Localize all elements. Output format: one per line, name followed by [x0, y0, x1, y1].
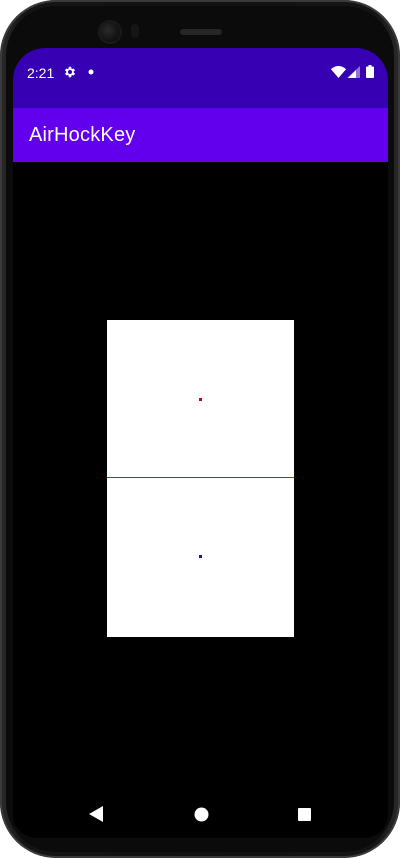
player-two-mallet[interactable]	[199, 555, 202, 558]
recents-icon	[297, 807, 311, 821]
gear-icon	[64, 66, 76, 78]
front-camera	[100, 22, 120, 42]
signal-icon	[347, 66, 360, 78]
air-hockey-table[interactable]	[107, 320, 294, 637]
status-time: 2:21	[27, 65, 55, 81]
player-one-mallet[interactable]	[199, 398, 202, 401]
battery-icon	[366, 65, 374, 78]
wifi-icon	[331, 66, 346, 78]
game-area	[13, 162, 388, 782]
recents-button[interactable]	[280, 790, 328, 838]
back-button[interactable]	[72, 790, 120, 838]
center-line	[107, 477, 294, 478]
notification-dot-icon	[88, 69, 94, 75]
app-title: AirHockKey	[29, 124, 136, 146]
app-bar: AirHockKey	[13, 108, 388, 162]
status-bar: 2:21	[13, 48, 388, 108]
proximity-sensor	[131, 24, 139, 38]
navigation-bar	[13, 790, 388, 838]
home-icon	[194, 807, 208, 821]
earpiece-speaker	[180, 29, 222, 35]
home-button[interactable]	[177, 790, 225, 838]
back-icon	[89, 806, 103, 822]
phone-frame: 2:21 AirHockKey	[0, 0, 400, 858]
phone-screen: 2:21 AirHockKey	[13, 48, 388, 838]
